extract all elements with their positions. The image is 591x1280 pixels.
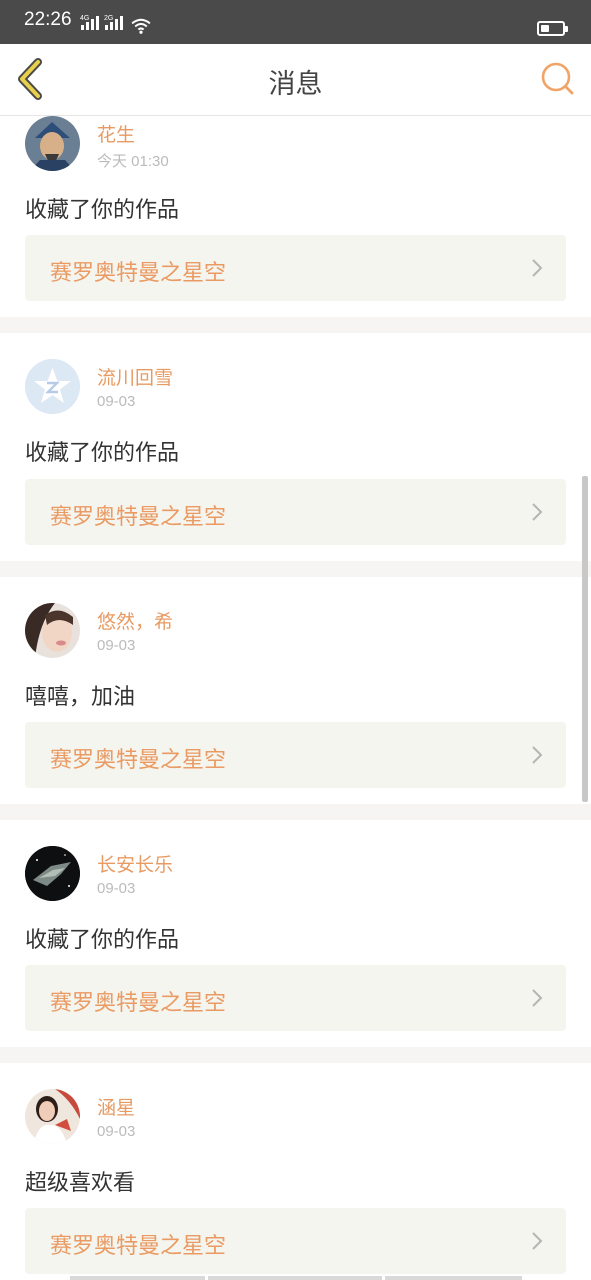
message-text: 收藏了你的作品 <box>25 198 180 223</box>
message-card: 涵星 09-03 超级喜欢看 赛罗奥特曼之星空 <box>0 1063 591 1280</box>
message-date: 09-03 <box>97 1123 136 1140</box>
sender-name[interactable]: 流川回雪 <box>97 363 173 390</box>
work-title: 赛罗奥特曼之星空 <box>50 991 227 1016</box>
message-date: 09-03 <box>97 880 136 897</box>
search-icon[interactable] <box>539 60 577 98</box>
work-link[interactable]: 赛罗奥特曼之星空 <box>25 965 566 1031</box>
girl-portrait-avatar-icon[interactable] <box>25 603 80 658</box>
message-text: 收藏了你的作品 <box>25 441 180 466</box>
sender-name[interactable]: 涵星 <box>97 1093 135 1120</box>
warrior-avatar-icon[interactable] <box>25 116 80 171</box>
chevron-right-icon <box>532 503 543 521</box>
status-bar: 22:26 4G 2G <box>0 0 591 44</box>
signal-2g-icon: 2G <box>104 15 123 30</box>
chevron-right-icon <box>532 1232 543 1250</box>
message-date: 09-03 <box>97 393 136 410</box>
message-date: 今天 01:30 <box>97 153 169 170</box>
spaceship-avatar-icon[interactable] <box>25 846 80 901</box>
svg-text:2G: 2G <box>104 15 113 22</box>
svg-text:4G: 4G <box>80 15 89 22</box>
message-list[interactable]: 花生 今天 01:30 收藏了你的作品 赛罗奥特曼之星空 流川回雪 09-03 … <box>0 116 591 1280</box>
divider <box>0 561 591 577</box>
message-text: 收藏了你的作品 <box>25 928 180 953</box>
page-title: 消息 <box>268 69 323 100</box>
status-time: 22:26 <box>24 9 72 30</box>
chevron-right-icon <box>532 746 543 764</box>
message-text: 超级喜欢看 <box>25 1171 136 1196</box>
message-card: 流川回雪 09-03 收藏了你的作品 赛罗奥特曼之星空 <box>0 333 591 561</box>
work-link[interactable]: 赛罗奥特曼之星空 <box>25 1208 566 1274</box>
work-title: 赛罗奥特曼之星空 <box>50 1234 227 1259</box>
work-title: 赛罗奥特曼之星空 <box>50 505 227 530</box>
girl-photo-avatar-icon[interactable] <box>25 1089 80 1144</box>
default-star-avatar-icon[interactable] <box>25 359 80 414</box>
message-card: 花生 今天 01:30 收藏了你的作品 赛罗奥特曼之星空 <box>0 116 591 317</box>
scrollbar[interactable] <box>582 476 588 802</box>
battery-icon <box>537 21 568 36</box>
message-date: 09-03 <box>97 637 136 654</box>
work-link[interactable]: 赛罗奥特曼之星空 <box>25 235 566 301</box>
divider <box>0 804 591 820</box>
nav-bar: 消息 <box>0 44 591 116</box>
wifi-icon <box>131 18 151 34</box>
work-title: 赛罗奥特曼之星空 <box>50 748 227 773</box>
divider <box>0 317 591 333</box>
work-title: 赛罗奥特曼之星空 <box>50 261 227 286</box>
divider <box>0 1047 591 1063</box>
work-link[interactable]: 赛罗奥特曼之星空 <box>25 722 566 788</box>
chevron-right-icon <box>532 989 543 1007</box>
sender-name[interactable]: 悠然，希 <box>97 607 173 634</box>
message-card: 悠然，希 09-03 嘻嘻，加油 赛罗奥特曼之星空 <box>0 577 591 804</box>
signal-4g-icon: 4G <box>80 15 99 30</box>
chevron-right-icon <box>532 259 543 277</box>
message-card: 长安长乐 09-03 收藏了你的作品 赛罗奥特曼之星空 <box>0 820 591 1047</box>
message-text: 嘻嘻，加油 <box>25 685 136 710</box>
bottom-nav-hint <box>0 1276 591 1280</box>
sender-name[interactable]: 花生 <box>97 120 135 147</box>
work-link[interactable]: 赛罗奥特曼之星空 <box>25 479 566 545</box>
sender-name[interactable]: 长安长乐 <box>97 850 173 877</box>
